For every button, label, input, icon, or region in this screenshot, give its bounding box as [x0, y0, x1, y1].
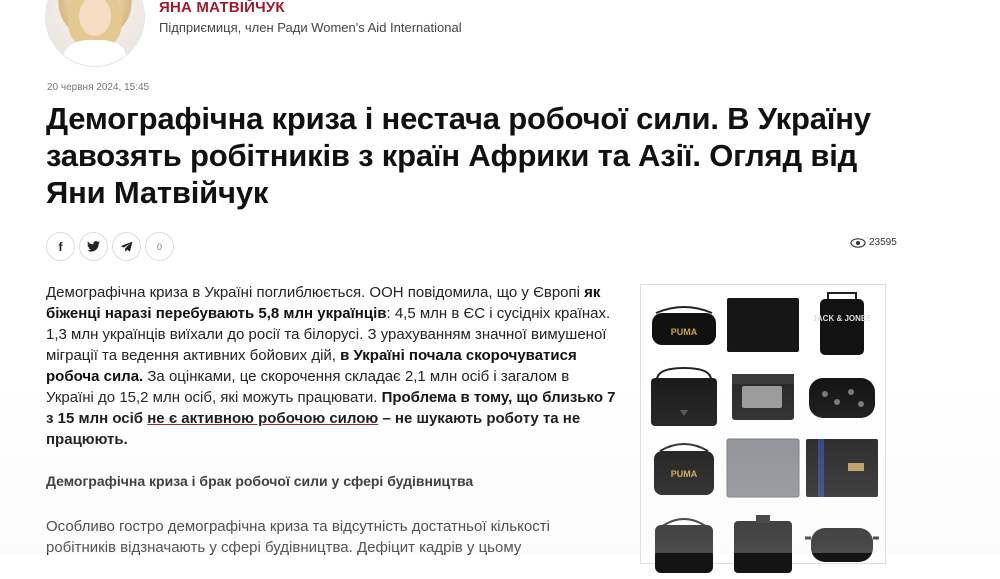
facebook-icon: f — [58, 239, 63, 254]
puma-logo-text: PUMA — [670, 327, 697, 337]
paragraph-1: Демографічна криза в Україні поглиблюєть… — [46, 282, 616, 450]
twitter-icon — [87, 241, 100, 252]
product-puma-shoulder-bag[interactable]: PUMA — [645, 289, 722, 359]
inline-link[interactable]: не є активною робочою силою — [147, 410, 378, 427]
product-messenger-bag[interactable] — [645, 361, 722, 431]
author-role: Підприємиця, член Ради Women's Aid Inter… — [159, 20, 462, 35]
product-ad-grid[interactable]: PUMA JACK & JONES PUMA — [640, 284, 886, 573]
section-subheading: Демографічна криза і брак робочої сили у… — [46, 473, 474, 489]
product-card-wallet[interactable] — [724, 361, 801, 431]
product-black-wallet[interactable] — [724, 289, 801, 359]
comments-button[interactable]: 0 — [145, 232, 174, 261]
telegram-share-button[interactable] — [112, 232, 141, 261]
jack-jones-logo: JACK & JONES — [814, 314, 870, 323]
article-page: ЯНА МАТВІЙЧУК Підприємиця, член Ради Wom… — [0, 0, 1000, 573]
facebook-share-button[interactable]: f — [46, 232, 75, 261]
product-black-herschel-wallet[interactable] — [804, 433, 881, 503]
author-info: ЯНА МАТВІЙЧУК Підприємиця, член Ради Wom… — [159, 0, 462, 35]
views-counter: 23595 — [850, 237, 897, 248]
product-grey-wallet[interactable] — [724, 433, 801, 503]
product-waist-bag[interactable] — [804, 361, 881, 431]
product-black-waist-bag[interactable] — [804, 505, 881, 575]
product-puma-crossbody[interactable]: PUMA — [645, 433, 722, 503]
article-date: 20 червня 2024, 15:45 — [47, 82, 150, 93]
author-name[interactable]: ЯНА МАТВІЙЧУК — [159, 0, 462, 17]
product-black-bag-4[interactable] — [645, 505, 722, 575]
comment-count: 0 — [156, 241, 162, 252]
twitter-share-button[interactable] — [79, 232, 108, 261]
share-bar: f 0 — [46, 232, 178, 261]
article-body: Демографічна криза в Україні поглиблюєть… — [46, 282, 616, 579]
product-black-bag-5[interactable] — [724, 505, 801, 575]
eye-icon — [850, 237, 866, 248]
product-jack-jones-bag[interactable]: JACK & JONES — [804, 289, 881, 359]
text-span: Демографічна криза в Україні поглиблюєть… — [46, 284, 585, 301]
author-avatar[interactable] — [46, 0, 144, 66]
paragraph-2: Особливо гостро демографічна криза та ві… — [46, 518, 550, 556]
article-title: Демографічна криза і нестача робочої сил… — [46, 101, 871, 210]
telegram-icon — [120, 241, 133, 252]
views-count: 23595 — [869, 237, 897, 248]
puma-logo-text: PUMA — [670, 469, 697, 479]
